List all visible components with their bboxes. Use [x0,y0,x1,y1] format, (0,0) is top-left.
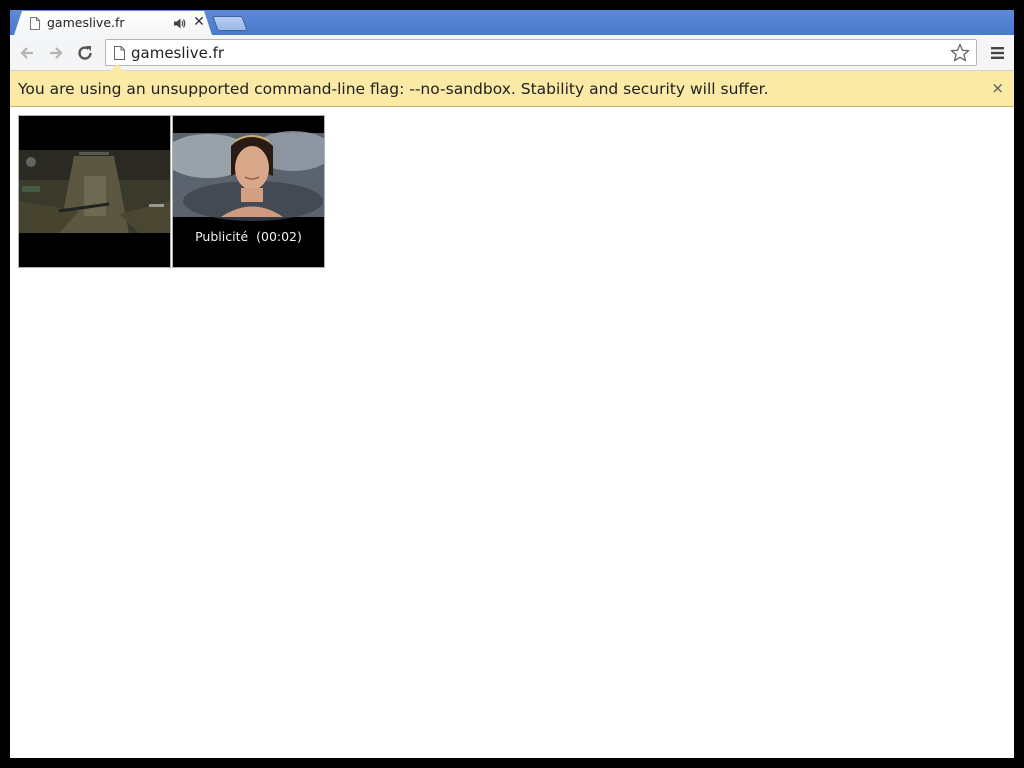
page-icon [114,46,125,60]
tab-title: gameslive.fr [47,15,125,30]
ad-caption: Publicité (00:02) [195,229,302,244]
back-arrow-icon[interactable] [17,43,37,63]
warning-infobar: You are using an unsupported command-lin… [10,64,1014,107]
reload-icon[interactable] [75,43,95,63]
ad-video-frame [173,116,324,267]
tab-gameslive[interactable]: gameslive.fr ✕ [14,11,212,35]
game-video-player[interactable] [18,115,171,268]
address-bar[interactable]: gameslive.fr [105,39,977,66]
forward-arrow-icon[interactable] [46,43,66,63]
infobar-arrow [110,64,124,71]
star-icon[interactable] [950,43,970,63]
toolbar: gameslive.fr [10,35,1014,71]
tab-strip: gameslive.fr ✕ [10,10,1014,35]
page-content: Publicité (00:02) [10,107,1014,758]
game-video-frame [19,116,170,267]
infobar-message: You are using an unsupported command-lin… [18,80,769,98]
tab-close-icon[interactable]: ✕ [192,14,206,30]
page-icon [30,17,40,30]
browser-window: gameslive.fr ✕ gameslive.fr You are usin… [10,10,1014,758]
ad-video-player[interactable]: Publicité (00:02) [172,115,325,268]
speaker-icon[interactable] [174,18,186,29]
new-tab-button[interactable] [212,16,248,31]
url-text[interactable]: gameslive.fr [131,44,224,62]
infobar-close-icon[interactable]: × [991,80,1004,96]
hamburger-menu-icon[interactable] [990,45,1006,61]
